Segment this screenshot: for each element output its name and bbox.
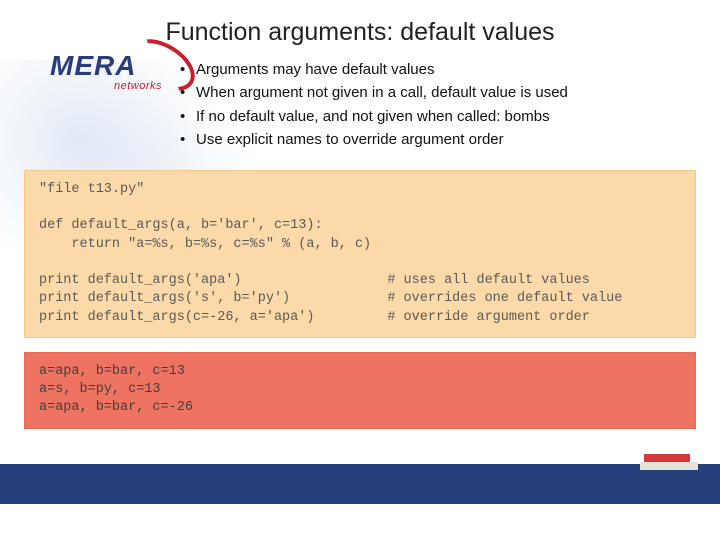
- logo: MERA networks: [50, 50, 162, 92]
- bullet-list: Arguments may have default values When a…: [180, 58, 568, 151]
- list-item: When argument not given in a call, defau…: [180, 81, 568, 104]
- logo-main: MERA: [50, 50, 162, 82]
- page-title: Function arguments: default values: [0, 18, 720, 47]
- list-item: Arguments may have default values: [180, 58, 568, 81]
- list-item: Use explicit names to override argument …: [180, 128, 568, 151]
- code-output-block: a=apa, b=bar, c=13 a=s, b=py, c=13 a=apa…: [24, 352, 696, 429]
- logo-text: MERA: [50, 50, 136, 81]
- list-item: If no default value, and not given when …: [180, 105, 568, 128]
- footer-bar: [0, 464, 720, 504]
- footer-accent-gray: [640, 462, 698, 470]
- code-source-block: "file t13.py" def default_args(a, b='bar…: [24, 170, 696, 338]
